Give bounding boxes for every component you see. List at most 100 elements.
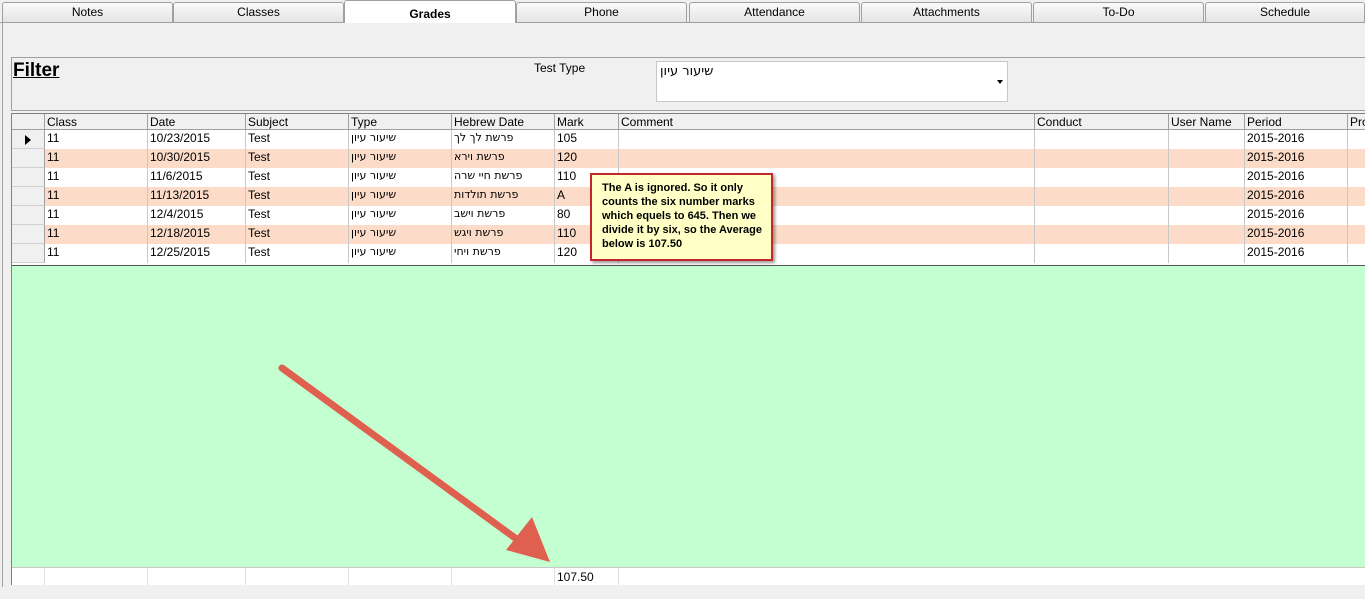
tab-attendance[interactable]: Attendance [689, 2, 860, 22]
cell-period[interactable]: 2015-2016 [1245, 187, 1348, 206]
tab-phone[interactable]: Phone [516, 2, 687, 22]
cell-class[interactable]: 11 [45, 225, 148, 244]
cell-hebrew-date[interactable]: פרשת ויחי [452, 244, 555, 263]
cell-subject[interactable]: Test [246, 206, 349, 225]
cell-hebrew-date[interactable]: פרשת חיי שרה [452, 168, 555, 187]
cell-mark[interactable]: 120 [555, 149, 619, 168]
cell-pro[interactable] [1348, 225, 1365, 244]
cell-class[interactable]: 11 [45, 187, 148, 206]
app-window: Notes Classes Phone Attendance Attachmen… [0, 0, 1365, 599]
cell-subject[interactable]: Test [246, 130, 349, 149]
column-header-class[interactable]: Class [45, 114, 148, 130]
cell-hebrew-date[interactable]: פרשת ויגש [452, 225, 555, 244]
cell-date[interactable]: 11/6/2015 [148, 168, 246, 187]
cell-hebrew-date[interactable]: פרשת לך לך [452, 130, 555, 149]
cell-class[interactable]: 11 [45, 149, 148, 168]
column-header-pro[interactable]: Pro [1348, 114, 1365, 130]
cell-user-name[interactable] [1169, 225, 1245, 244]
column-header-user-name[interactable]: User Name [1169, 114, 1245, 130]
cell-pro[interactable] [1348, 206, 1365, 225]
cell-type[interactable]: שיעור עיון [349, 244, 452, 263]
cell-date[interactable]: 10/23/2015 [148, 130, 246, 149]
test-type-value: שיעור עיון [660, 64, 714, 79]
cell-date[interactable]: 10/30/2015 [148, 149, 246, 168]
cell-type[interactable]: שיעור עיון [349, 225, 452, 244]
cell-conduct[interactable] [1035, 168, 1169, 187]
cell-conduct[interactable] [1035, 244, 1169, 263]
cell-mark[interactable]: 105 [555, 130, 619, 149]
cell-class[interactable]: 11 [45, 130, 148, 149]
cell-subject[interactable]: Test [246, 244, 349, 263]
cell-type[interactable]: שיעור עיון [349, 130, 452, 149]
cell-subject[interactable]: Test [246, 168, 349, 187]
cell-pro[interactable] [1348, 168, 1365, 187]
cell-subject[interactable]: Test [246, 225, 349, 244]
cell-user-name[interactable] [1169, 149, 1245, 168]
column-header-date[interactable]: Date [148, 114, 246, 130]
cell-hebrew-date[interactable]: פרשת תולדות [452, 187, 555, 206]
footer-cell [452, 568, 555, 585]
column-header-subject[interactable]: Subject [246, 114, 349, 130]
column-header-type[interactable]: Type [349, 114, 452, 130]
cell-date[interactable]: 12/18/2015 [148, 225, 246, 244]
row-header[interactable] [12, 130, 45, 149]
cell-hebrew-date[interactable]: פרשת וירא [452, 149, 555, 168]
column-header-conduct[interactable]: Conduct [1035, 114, 1169, 130]
cell-conduct[interactable] [1035, 130, 1169, 149]
cell-conduct[interactable] [1035, 187, 1169, 206]
cell-type[interactable]: שיעור עיון [349, 168, 452, 187]
cell-user-name[interactable] [1169, 244, 1245, 263]
cell-type[interactable]: שיעור עיון [349, 187, 452, 206]
cell-period[interactable]: 2015-2016 [1245, 130, 1348, 149]
cell-period[interactable]: 2015-2016 [1245, 149, 1348, 168]
cell-comment[interactable] [619, 130, 1035, 149]
tab-classes[interactable]: Classes [173, 2, 344, 22]
cell-class[interactable]: 11 [45, 244, 148, 263]
dropdown-arrow-icon[interactable] [997, 80, 1003, 84]
cell-hebrew-date[interactable]: פרשת וישב [452, 206, 555, 225]
tab-attachments[interactable]: Attachments [861, 2, 1032, 22]
cell-subject[interactable]: Test [246, 149, 349, 168]
cell-period[interactable]: 2015-2016 [1245, 168, 1348, 187]
cell-conduct[interactable] [1035, 225, 1169, 244]
column-header-period[interactable]: Period [1245, 114, 1348, 130]
cell-class[interactable]: 11 [45, 168, 148, 187]
column-header-mark[interactable]: Mark [555, 114, 619, 130]
cell-user-name[interactable] [1169, 206, 1245, 225]
cell-pro[interactable] [1348, 149, 1365, 168]
cell-period[interactable]: 2015-2016 [1245, 225, 1348, 244]
row-header[interactable] [12, 149, 45, 168]
cell-type[interactable]: שיעור עיון [349, 206, 452, 225]
tab-schedule[interactable]: Schedule [1205, 2, 1365, 22]
cell-pro[interactable] [1348, 130, 1365, 149]
cell-class[interactable]: 11 [45, 206, 148, 225]
table-row[interactable]: 11 10/30/2015 Test שיעור עיון פרשת וירא 120 20… [12, 149, 1365, 168]
cell-comment[interactable] [619, 149, 1035, 168]
cell-period[interactable]: 2015-2016 [1245, 244, 1348, 263]
cell-type[interactable]: שיעור עיון [349, 149, 452, 168]
cell-conduct[interactable] [1035, 149, 1169, 168]
cell-pro[interactable] [1348, 244, 1365, 263]
cell-user-name[interactable] [1169, 130, 1245, 149]
cell-user-name[interactable] [1169, 187, 1245, 206]
tab-to-do[interactable]: To-Do [1033, 2, 1204, 22]
row-header[interactable] [12, 206, 45, 225]
tab-notes[interactable]: Notes [2, 2, 173, 22]
cell-period[interactable]: 2015-2016 [1245, 206, 1348, 225]
row-header[interactable] [12, 225, 45, 244]
row-header[interactable] [12, 187, 45, 206]
cell-date[interactable]: 11/13/2015 [148, 187, 246, 206]
cell-pro[interactable] [1348, 187, 1365, 206]
tab-grades[interactable]: Grades [344, 0, 516, 23]
column-header-comment[interactable]: Comment [619, 114, 1035, 130]
cell-date[interactable]: 12/4/2015 [148, 206, 246, 225]
test-type-dropdown[interactable]: שיעור עיון [656, 61, 1008, 102]
column-header-hebrew-date[interactable]: Hebrew Date [452, 114, 555, 130]
row-header[interactable] [12, 244, 45, 263]
row-header[interactable] [12, 168, 45, 187]
cell-date[interactable]: 12/25/2015 [148, 244, 246, 263]
cell-subject[interactable]: Test [246, 187, 349, 206]
table-row[interactable]: 11 10/23/2015 Test שיעור עיון פרשת לך לך 105 2… [12, 130, 1365, 149]
cell-conduct[interactable] [1035, 206, 1169, 225]
cell-user-name[interactable] [1169, 168, 1245, 187]
